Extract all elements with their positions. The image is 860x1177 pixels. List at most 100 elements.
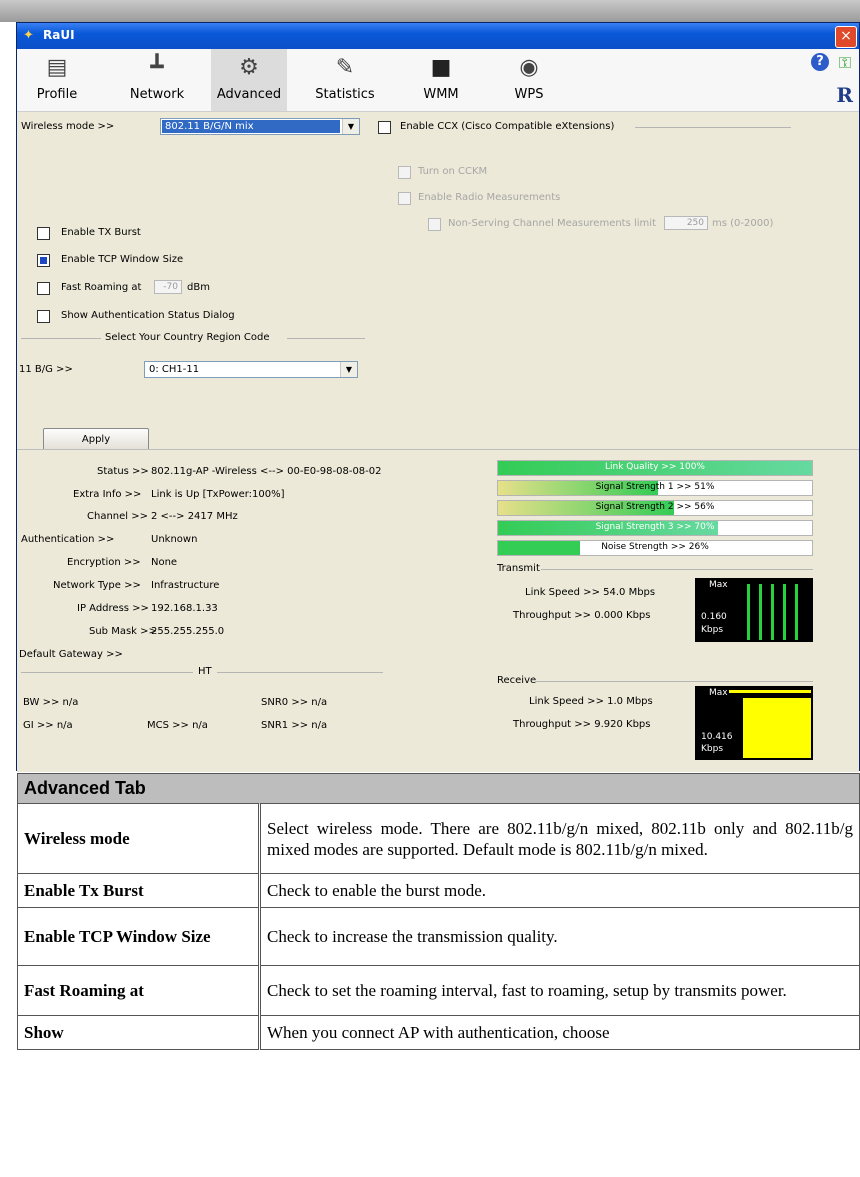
ip-address-label: IP Address >> <box>77 603 149 614</box>
key-icon[interactable]: ⚿ <box>839 53 851 73</box>
doc-term: Enable TCP Window Size <box>17 907 261 966</box>
chevron-down-icon[interactable]: ▼ <box>342 119 359 134</box>
status-value: 802.11g-AP -Wireless <--> 00-E0-98-08-08… <box>151 466 382 477</box>
doc-term: Show <box>17 1015 261 1050</box>
ht-header: HT <box>198 666 212 677</box>
tcp-window-checkbox[interactable] <box>37 254 50 267</box>
tab-label: Network <box>129 87 185 102</box>
tab-advanced[interactable]: ⚙ Advanced <box>211 49 287 111</box>
wireless-mode-value: 802.11 B/G/N mix <box>162 120 340 133</box>
table-row: Show When you connect AP with authentica… <box>17 1015 860 1050</box>
snr1-value: SNR1 >> n/a <box>261 720 328 731</box>
channel-label: Channel >> <box>87 511 148 522</box>
transmit-link-speed: Link Speed >> 54.0 Mbps <box>525 587 656 598</box>
doc-desc: When you connect AP with authentication,… <box>259 1015 860 1050</box>
nonserving-label: Non-Serving Channel Measurements limit <box>448 218 656 229</box>
signal-strength-1-text: Signal Strength 1 >> 51% <box>595 482 715 492</box>
ht-divider-left <box>21 672 193 673</box>
nonserving-input[interactable]: 250 <box>664 216 708 230</box>
tab-label: WMM <box>423 87 459 102</box>
raui-window: ✦ RaUI × ▤ Profile ┻ Network ⚙ Advanced … <box>16 22 860 772</box>
document-top-strip <box>0 0 860 22</box>
tab-wmm[interactable]: ■ WMM <box>403 49 479 111</box>
transmit-graph-line <box>783 584 786 640</box>
fast-roaming-checkbox[interactable] <box>37 282 50 295</box>
ccx-divider <box>635 127 791 128</box>
wireless-mode-select[interactable]: 802.11 B/G/N mix ▼ <box>160 118 360 135</box>
country-header: Select Your Country Region Code <box>105 332 270 343</box>
noise-strength-bar: Noise Strength >> 26% <box>497 540 813 556</box>
country-divider-left <box>21 338 101 339</box>
authentication-value: Unknown <box>151 534 198 545</box>
help-icon[interactable]: ? <box>811 53 829 71</box>
signal-strength-1-bar: Signal Strength 1 >> 51% <box>497 480 813 496</box>
status-panel: Status >> 802.11g-AP -Wireless <--> 00-E… <box>17 449 859 772</box>
tab-label: WPS <box>514 87 544 102</box>
transmit-graph-line <box>795 584 798 640</box>
radio-measurements-checkbox[interactable] <box>398 192 411 205</box>
snr0-value: SNR0 >> n/a <box>261 697 328 708</box>
transmit-throughput-graph: Max 0.160 Kbps <box>695 578 813 642</box>
ccx-checkbox[interactable] <box>378 121 391 134</box>
encryption-value: None <box>151 557 178 568</box>
link-quality-text: Link Quality >> 100% <box>605 462 705 472</box>
doc-desc: Check to set the roaming interval, fast … <box>259 965 860 1016</box>
tab-label: Statistics <box>315 87 375 102</box>
tx-burst-label: Enable TX Burst <box>61 227 141 238</box>
transmit-graph-line <box>771 584 774 640</box>
main-toolbar: ▤ Profile ┻ Network ⚙ Advanced ✎ Statist… <box>17 49 859 112</box>
network-type-label: Network Type >> <box>53 580 141 591</box>
doc-desc: Check to increase the transmission quali… <box>259 907 860 966</box>
fast-roaming-input[interactable]: -70 <box>154 280 182 294</box>
fast-roaming-label: Fast Roaming at <box>61 282 142 293</box>
table-row: Enable TCP Window Size Check to increase… <box>17 907 860 966</box>
show-auth-checkbox[interactable] <box>37 310 50 323</box>
nonserving-checkbox[interactable] <box>428 218 441 231</box>
tx-burst-checkbox[interactable] <box>37 227 50 240</box>
bw-value: BW >> n/a <box>23 697 79 708</box>
gears-icon: ⚙ <box>239 55 259 80</box>
extra-info-value: Link is Up [TxPower:100%] <box>151 489 285 500</box>
tab-label: Profile <box>36 87 78 102</box>
transmit-graph-unit: Kbps <box>701 625 724 635</box>
tab-wps[interactable]: ◉ WPS <box>491 49 567 111</box>
radio-measurements-label: Enable Radio Measurements <box>418 192 561 203</box>
receive-link-speed: Link Speed >> 1.0 Mbps <box>529 696 653 707</box>
doc-term: Enable Tx Burst <box>17 873 261 908</box>
transmit-throughput: Throughput >> 0.000 Kbps <box>513 610 651 621</box>
noise-strength-text: Noise Strength >> 26% <box>601 542 709 552</box>
table-row: Enable Tx Burst Check to enable the burs… <box>17 873 860 908</box>
close-button[interactable]: × <box>835 26 857 48</box>
receive-graph-unit: Kbps <box>701 744 724 754</box>
table-row: Wireless mode Select wireless mode. Ther… <box>17 803 860 874</box>
signal-strength-3-bar: Signal Strength 3 >> 70% <box>497 520 813 536</box>
receive-graph-max: Max <box>709 688 728 698</box>
cckm-label: Turn on CCKM <box>418 166 488 177</box>
title-bar[interactable]: ✦ RaUI × <box>17 23 859 49</box>
tab-profile[interactable]: ▤ Profile <box>19 49 95 111</box>
country-band-label: 11 B/G >> <box>19 364 73 375</box>
wireless-mode-label: Wireless mode >> <box>21 121 115 132</box>
ht-divider-right <box>217 672 383 673</box>
link-quality-bar: Link Quality >> 100% <box>497 460 813 476</box>
tab-network[interactable]: ┻ Network <box>119 49 195 111</box>
chevron-down-icon[interactable]: ▼ <box>340 362 357 377</box>
encryption-label: Encryption >> <box>67 557 141 568</box>
gi-value: GI >> n/a <box>23 720 73 731</box>
transmit-graph-line <box>759 584 762 640</box>
cckm-checkbox[interactable] <box>398 166 411 179</box>
wmm-icon: ■ <box>430 55 452 80</box>
authentication-label: Authentication >> <box>21 534 115 545</box>
sub-mask-value: 255.255.255.0 <box>151 626 225 637</box>
wps-icon: ◉ <box>519 55 539 80</box>
profile-icon: ▤ <box>46 55 68 80</box>
signal-strength-3-text: Signal Strength 3 >> 70% <box>595 522 715 532</box>
sub-mask-label: Sub Mask >> <box>89 626 157 637</box>
country-region-select[interactable]: 0: CH1-11 ▼ <box>144 361 358 378</box>
doc-header: Advanced Tab <box>17 773 860 804</box>
statistics-icon: ✎ <box>335 55 355 80</box>
ccx-label: Enable CCX (Cisco Compatible eXtensions) <box>400 121 615 132</box>
tab-statistics[interactable]: ✎ Statistics <box>307 49 383 111</box>
signal-strength-2-bar: Signal Strength 2 >> 56% <box>497 500 813 516</box>
network-icon: ┻ <box>150 55 164 80</box>
